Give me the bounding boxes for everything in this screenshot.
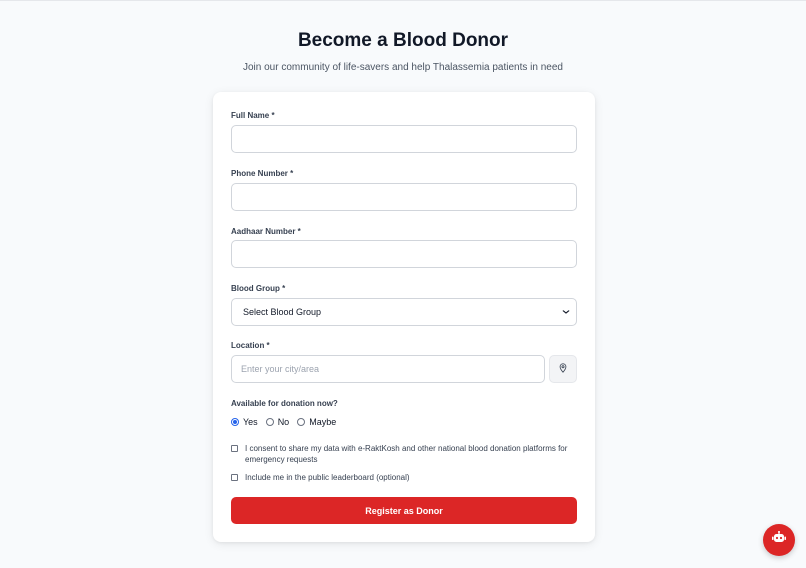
radio-no[interactable] bbox=[265, 418, 274, 426]
aadhaar-input[interactable] bbox=[231, 240, 577, 268]
location-input[interactable] bbox=[231, 355, 545, 383]
availability-maybe[interactable]: Maybe bbox=[297, 417, 336, 427]
robot-icon bbox=[772, 531, 786, 549]
phone-input[interactable] bbox=[231, 183, 577, 211]
leaderboard-text: Include me in the public leaderboard (op… bbox=[245, 473, 410, 482]
aadhaar-label: Aadhaar Number * bbox=[231, 227, 301, 236]
full-name-input[interactable] bbox=[231, 125, 577, 153]
availability-radio-group: Yes No Maybe bbox=[231, 417, 344, 427]
leaderboard-row[interactable]: Include me in the public leaderboard (op… bbox=[231, 472, 410, 483]
location-label: Location * bbox=[231, 341, 270, 350]
consent-text: I consent to share my data with e-RaktKo… bbox=[245, 444, 568, 464]
radio-yes-label: Yes bbox=[243, 417, 258, 427]
radio-maybe[interactable] bbox=[297, 418, 306, 426]
page-subtitle: Join our community of life-savers and he… bbox=[243, 62, 563, 73]
detect-location-button[interactable] bbox=[549, 355, 577, 383]
radio-yes[interactable] bbox=[231, 418, 239, 426]
blood-group-label: Blood Group * bbox=[231, 284, 286, 293]
blood-group-select[interactable]: Select Blood Group bbox=[231, 298, 577, 326]
chatbot-button[interactable] bbox=[763, 524, 795, 556]
consent-row[interactable]: I consent to share my data with e-RaktKo… bbox=[231, 443, 577, 465]
radio-maybe-label: Maybe bbox=[309, 417, 337, 427]
full-name-label: Full Name * bbox=[231, 111, 275, 120]
radio-no-label: No bbox=[277, 417, 290, 427]
consent-checkbox[interactable] bbox=[231, 445, 238, 452]
leaderboard-checkbox[interactable] bbox=[231, 474, 238, 481]
availability-yes[interactable]: Yes bbox=[231, 417, 258, 427]
page: Become a Blood Donor Join our community … bbox=[0, 0, 806, 568]
page-title: Become a Blood Donor bbox=[297, 30, 509, 51]
phone-label: Phone Number * bbox=[231, 169, 294, 178]
availability-no[interactable]: No bbox=[265, 417, 290, 427]
chevron-down-icon bbox=[562, 309, 570, 316]
blood-group-selected: Select Blood Group bbox=[243, 307, 322, 317]
map-pin-icon bbox=[558, 360, 568, 378]
availability-label: Available for donation now? bbox=[231, 399, 338, 408]
donor-form-card: Full Name * Phone Number * Aadhaar Numbe… bbox=[213, 92, 595, 542]
register-button[interactable]: Register as Donor bbox=[231, 497, 577, 524]
